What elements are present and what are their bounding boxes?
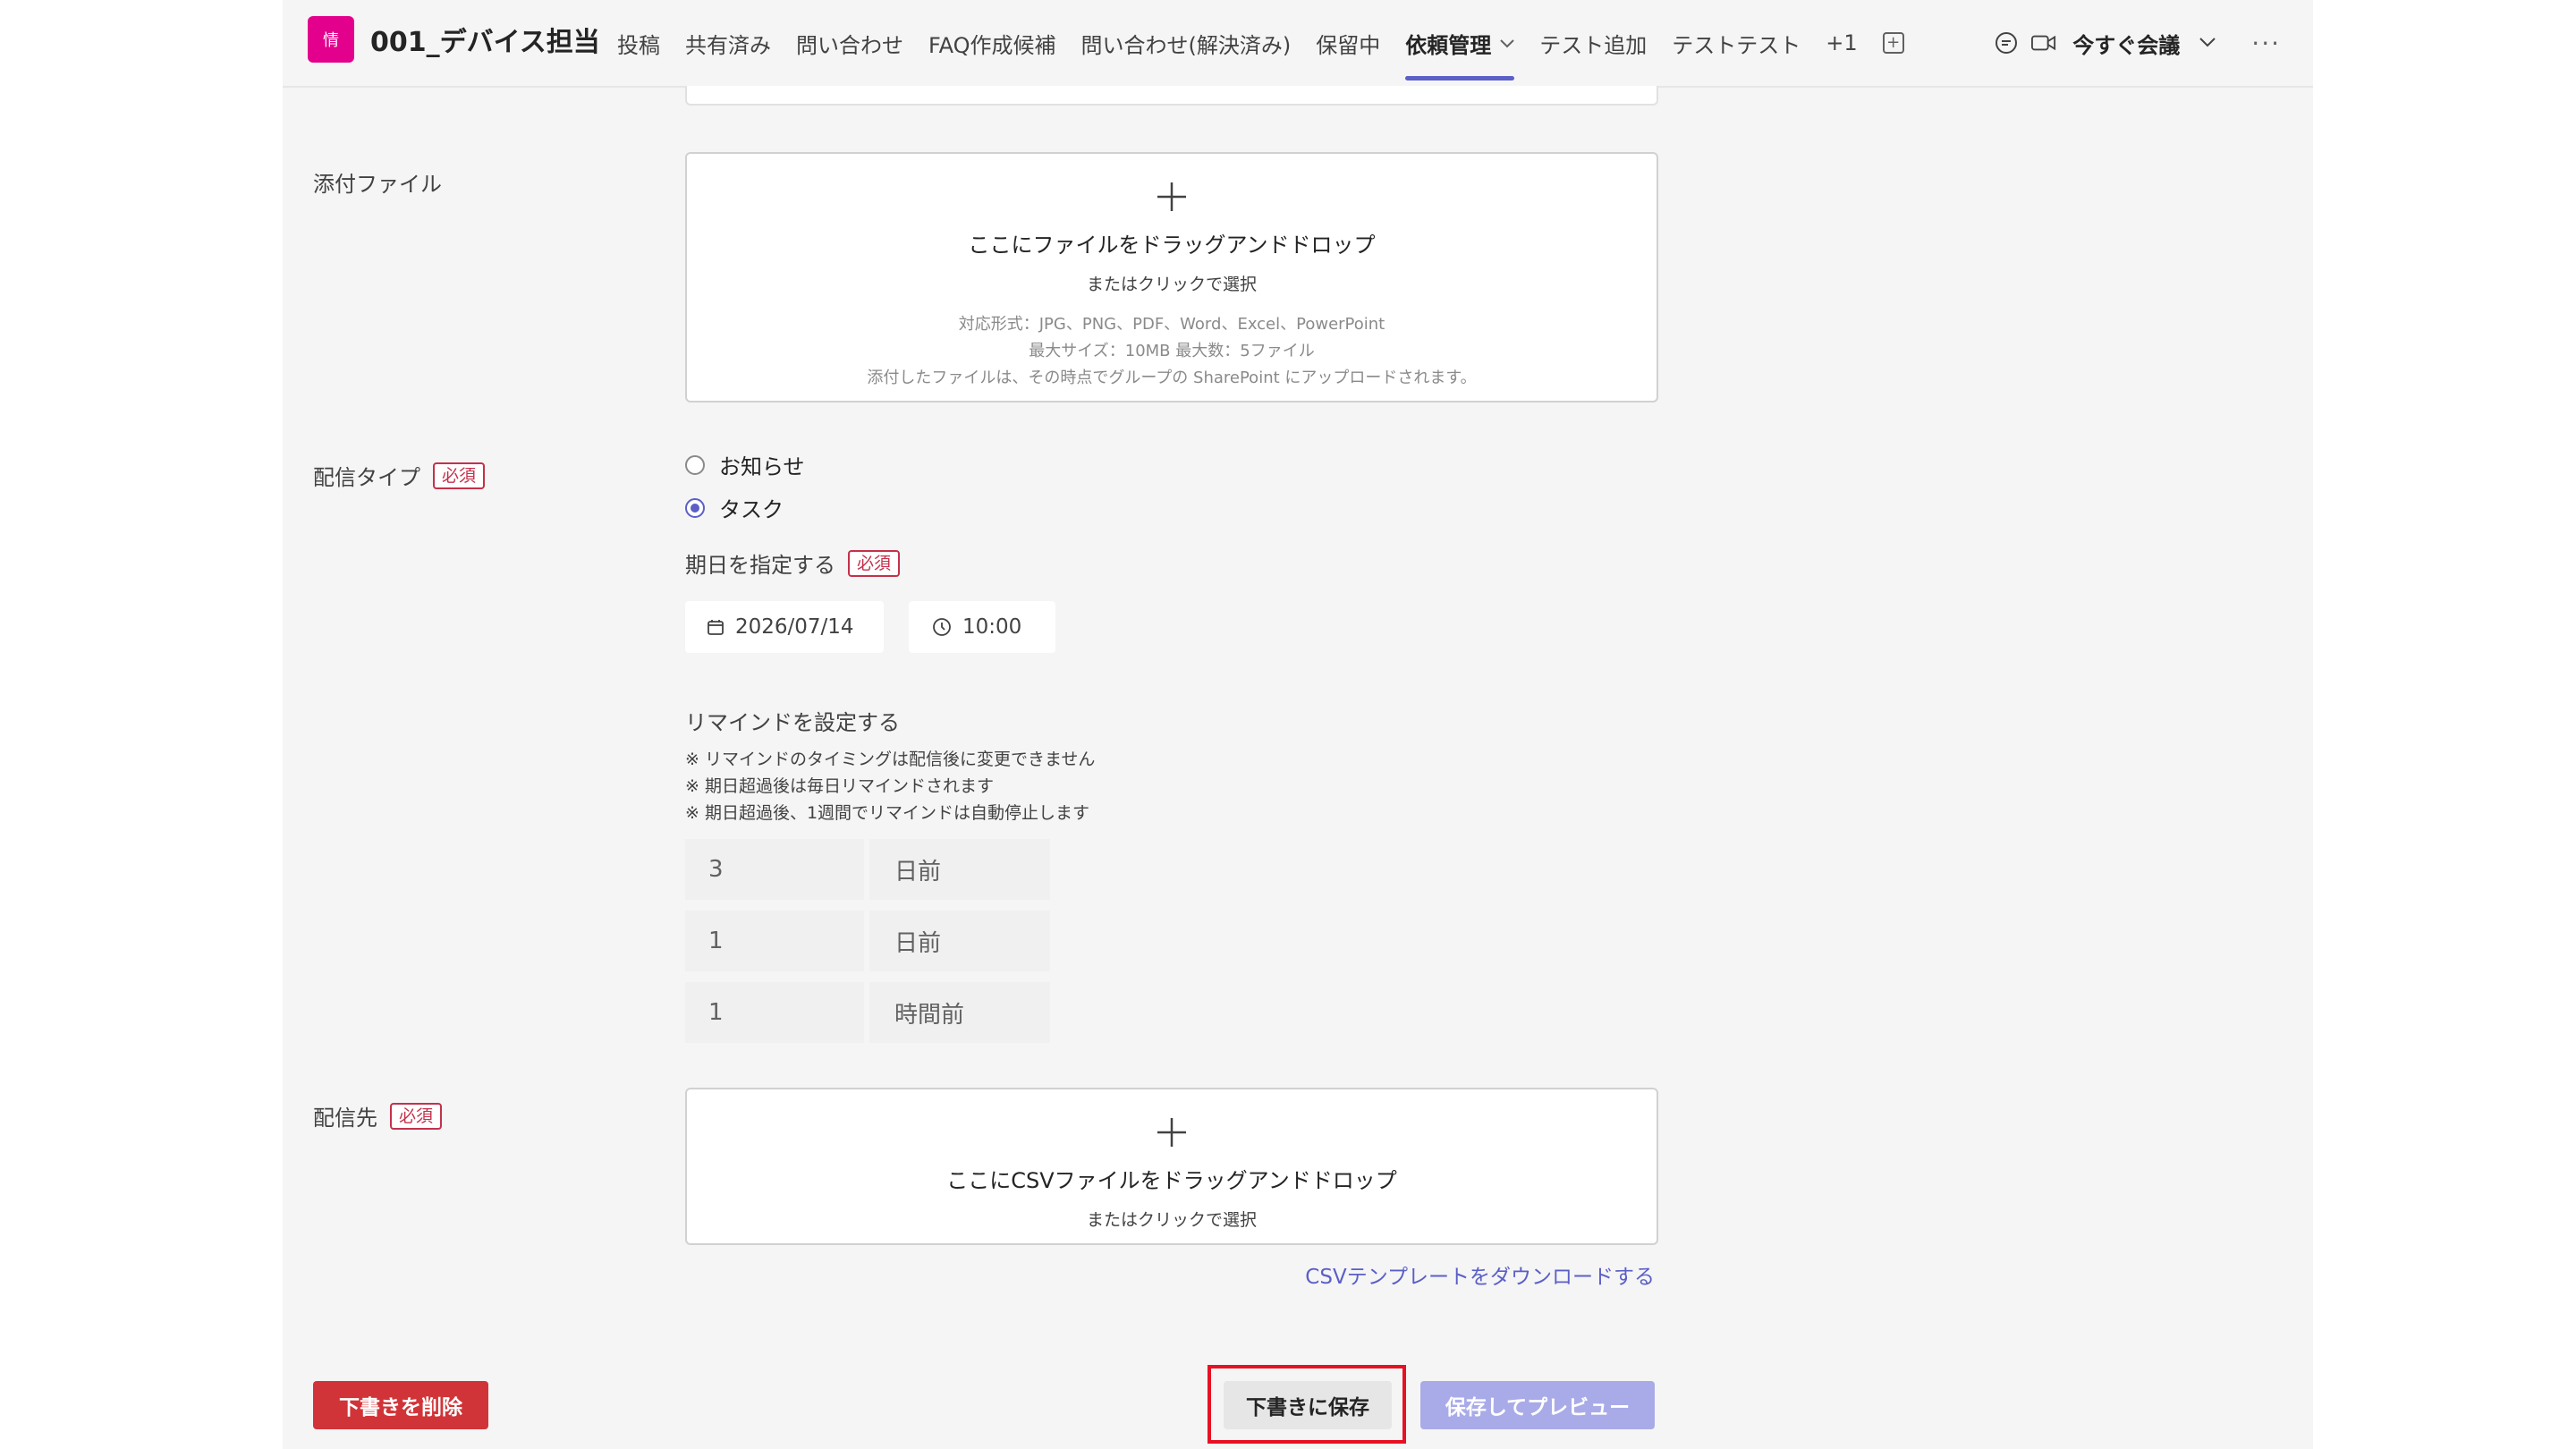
video-camera-icon[interactable] — [2031, 30, 2056, 55]
attachment-label-text: 添付ファイル — [313, 172, 442, 197]
calendar-icon — [707, 618, 724, 636]
reminder-note: ※ 期日超過後は毎日リマインドされます — [685, 776, 994, 796]
meet-chevron-down-icon[interactable] — [2199, 35, 2216, 52]
previous-field-box — [685, 86, 1658, 106]
attachment-dropzone[interactable]: ここにファイルをドラッグアンドドロップ またはクリックで選択 対応形式：JPG、… — [685, 152, 1658, 402]
tab-test-test[interactable]: テストテスト — [1672, 0, 1801, 86]
chat-icon[interactable] — [1994, 30, 2019, 55]
plus-icon: + — [1882, 32, 1904, 54]
radio-task-label: タスク — [719, 497, 784, 522]
required-badge: 必須 — [433, 462, 486, 489]
csv-drop-text: ここにCSVファイルをドラッグアンドドロップ — [946, 1168, 1397, 1193]
attachment-label: 添付ファイル — [313, 166, 442, 198]
csv-template-download-link[interactable]: CSVテンプレートをダウンロードする — [1305, 1259, 1655, 1290]
reminder-row: 3 日前 — [685, 839, 1050, 900]
channel-header: 情 001_デバイス担当 投稿 共有済み 問い合わせ FAQ作成候補 問い合わせ… — [283, 0, 2313, 88]
reminder-note: ※ リマインドのタイミングは配信後に変更できません — [685, 750, 1096, 769]
tab-posts[interactable]: 投稿 — [617, 0, 660, 86]
required-badge: 必須 — [848, 549, 901, 577]
tab-bar: 投稿 共有済み 問い合わせ FAQ作成候補 問い合わせ(解決済み) 保留中 依頼… — [617, 0, 1929, 86]
due-date-label: 期日を指定する 必須 — [685, 547, 901, 579]
tab-request-management[interactable]: 依頼管理 — [1405, 0, 1515, 86]
radio-notice[interactable]: お知らせ — [685, 449, 805, 480]
chevron-down-icon — [1500, 35, 1514, 52]
attachment-formats: 対応形式：JPG、PNG、PDF、Word、Excel、PowerPoint — [958, 315, 1385, 334]
attachment-upload-note: 添付したファイルは、その時点でグループの SharePoint にアップロードさ… — [867, 369, 1477, 387]
more-options-icon[interactable]: ··· — [2251, 29, 2281, 58]
due-date-picker[interactable]: 2026/07/14 — [685, 601, 884, 653]
radio-notice-label: お知らせ — [719, 454, 805, 479]
delivery-type-label: 配信タイプ 必須 — [313, 460, 486, 491]
reminder-value-input[interactable]: 1 — [685, 982, 864, 1043]
tab-on-hold[interactable]: 保留中 — [1316, 0, 1380, 86]
team-name: 001_デバイス担当 — [370, 27, 600, 58]
meet-now-button[interactable]: 今すぐ会議 — [2072, 28, 2180, 59]
reminder-row: 1 時間前 — [685, 982, 1050, 1043]
tab-faq-candidates[interactable]: FAQ作成候補 — [928, 0, 1056, 86]
attachment-notes: 対応形式：JPG、PNG、PDF、Word、Excel、PowerPoint 最… — [687, 311, 1657, 392]
highlight-box — [1208, 1365, 1406, 1444]
reminder-value-input[interactable]: 3 — [685, 839, 864, 900]
reminder-row: 1 日前 — [685, 911, 1050, 971]
tab-request-management-label: 依頼管理 — [1405, 32, 1492, 58]
add-tab-button[interactable]: + — [1882, 0, 1904, 86]
recipients-label-text: 配信先 — [313, 1106, 377, 1131]
tab-shared[interactable]: 共有済み — [685, 0, 771, 86]
reminder-note: ※ 期日超過後、1週間でリマインドは自動停止します — [685, 803, 1090, 823]
reminder-unit-select[interactable]: 日前 — [869, 911, 1050, 971]
clock-icon — [932, 617, 952, 637]
tab-test-add[interactable]: テスト追加 — [1539, 0, 1647, 86]
team-avatar[interactable]: 情 — [308, 16, 354, 63]
due-time-value: 10:00 — [962, 615, 1022, 639]
save-and-preview-button[interactable]: 保存してプレビュー — [1420, 1381, 1655, 1429]
radio-task[interactable]: タスク — [685, 492, 784, 523]
due-date-value: 2026/07/14 — [735, 615, 854, 639]
radio-button-selected[interactable] — [685, 497, 705, 518]
app-window: 情 001_デバイス担当 投稿 共有済み 問い合わせ FAQ作成候補 問い合わせ… — [283, 0, 2313, 1449]
csv-click-text: またはクリックで選択 — [1086, 1210, 1257, 1230]
tab-more-count[interactable]: +1 — [1826, 0, 1857, 86]
delivery-type-label-text: 配信タイプ — [313, 465, 420, 490]
attachment-click-text: またはクリックで選択 — [1086, 275, 1257, 294]
plus-icon — [1157, 182, 1186, 211]
due-date-label-text: 期日を指定する — [685, 553, 835, 578]
header-actions: 今すぐ会議 ··· — [1994, 0, 2281, 86]
required-badge: 必須 — [390, 1102, 443, 1130]
recipients-label: 配信先 必須 — [313, 1100, 443, 1131]
attachment-limits: 最大サイズ：10MB 最大数：5ファイル — [1029, 342, 1315, 360]
csv-dropzone[interactable]: ここにCSVファイルをドラッグアンドドロップ またはクリックで選択 — [685, 1088, 1658, 1245]
tab-inquiries[interactable]: 問い合わせ — [796, 0, 903, 86]
reminder-label: リマインドを設定する — [685, 705, 900, 736]
radio-button[interactable] — [685, 454, 705, 475]
delete-draft-button[interactable]: 下書きを削除 — [313, 1381, 488, 1429]
plus-icon — [1157, 1118, 1186, 1147]
due-time-picker[interactable]: 10:00 — [909, 601, 1055, 653]
reminder-unit-select[interactable]: 時間前 — [869, 982, 1050, 1043]
reminder-value-input[interactable]: 1 — [685, 911, 864, 971]
tab-inquiries-resolved[interactable]: 問い合わせ(解決済み) — [1081, 0, 1292, 86]
reminder-label-text: リマインドを設定する — [685, 710, 900, 735]
reminder-unit-select[interactable]: 日前 — [869, 839, 1050, 900]
attachment-drop-text: ここにファイルをドラッグアンドドロップ — [968, 233, 1376, 258]
